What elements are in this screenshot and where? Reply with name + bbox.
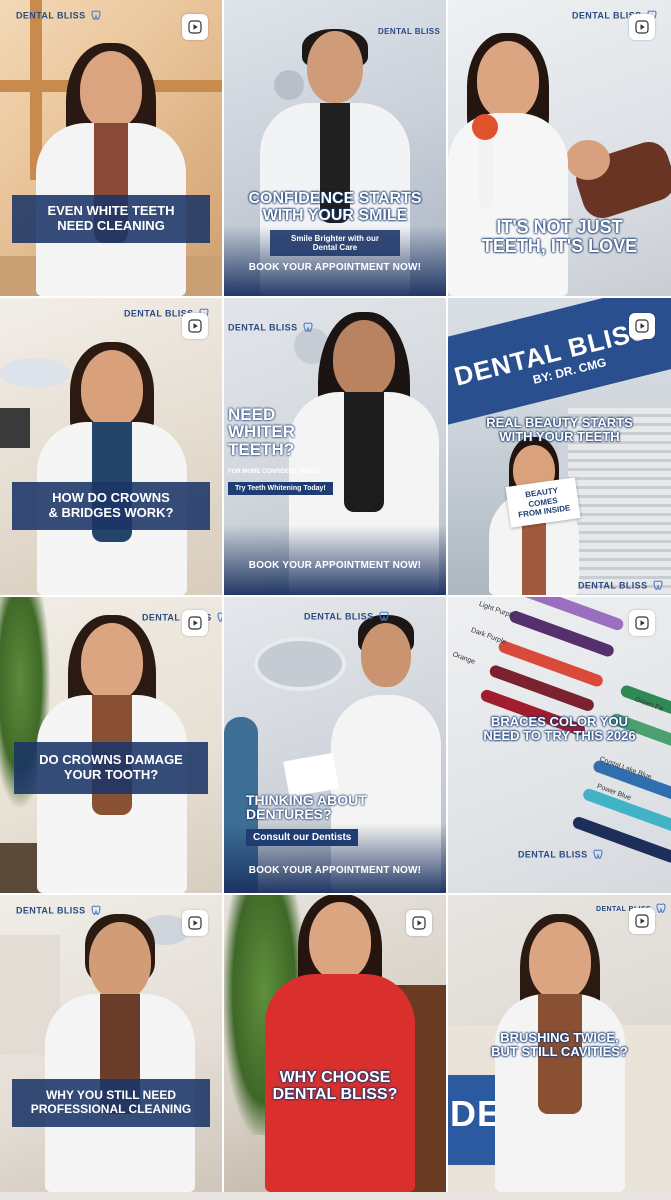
play-icon[interactable] (182, 910, 208, 936)
play-icon[interactable] (629, 14, 655, 40)
brand-name: DENTAL BLISS (378, 27, 441, 37)
tile-subtitle: Smile Brighter with our Dental Care (270, 230, 400, 256)
reels-grid: DENTAL BLISS EVEN WHITE TEETH NEED CLEAN… (0, 0, 671, 1200)
brand-logo: DENTAL BLISS (378, 26, 446, 38)
person-figure (36, 43, 186, 296)
brand-name: DENTAL BLISS (578, 580, 648, 591)
tile-title: HOW DO CROWNS & BRIDGES WORK? (12, 482, 210, 530)
tile-title: WHY CHOOSE DENTAL BLISS? (272, 1069, 398, 1103)
reel-tile-7[interactable]: DENTAL BLISS DO CROWNS DAMAGE YOUR TOOTH… (0, 597, 222, 893)
brand-name: DENTAL BLISS (16, 905, 86, 916)
tile-title: BRUSHING TWICE, BUT STILL CAVITIES? (491, 1030, 628, 1059)
reel-tile-6[interactable]: DENTAL BLISS BY: DR. CMG BEAUTY COMES FR… (448, 298, 671, 595)
cta-text: BOOK YOUR APPOINTMENT NOW! (248, 560, 422, 571)
curing-light (472, 114, 498, 140)
person-figure (45, 914, 195, 1192)
play-icon[interactable] (182, 313, 208, 339)
person-figure (265, 895, 415, 1192)
reel-tile-4[interactable]: DENTAL BLISS HOW DO CROWNS & BRIDGES WOR… (0, 298, 222, 595)
play-icon[interactable] (182, 14, 208, 40)
reel-tile-2[interactable]: DENTAL BLISS CONFIDENCE STARTS WITH YOUR… (224, 0, 446, 296)
reel-tile-1[interactable]: DENTAL BLISS EVEN WHITE TEETH NEED CLEAN… (0, 0, 222, 296)
play-icon[interactable] (406, 910, 432, 936)
person-figure (37, 342, 187, 595)
reel-tile-9[interactable]: Light Purple Dark Purple Orange Crystal … (448, 597, 671, 893)
cta-text: BOOK YOUR APPOINTMENT NOW! (248, 262, 422, 273)
person-figure (448, 33, 568, 296)
reel-tile-8[interactable]: DENTAL BLISS THINKING ABOUT DENTURES? Co… (224, 597, 446, 893)
tile-title: WHY YOU STILL NEED PROFESSIONAL CLEANING (12, 1079, 210, 1127)
tooth-icon (91, 905, 101, 915)
brand-logo: DENTAL BLISS (578, 580, 664, 592)
reel-tile-10[interactable]: DENTAL BLISS WHY YOU STILL NEED PROFESSI… (0, 895, 222, 1192)
brand-name: DENTAL BLISS (304, 611, 374, 622)
tile-kicker: FOR MORE CONFIDENT SMILE! (228, 469, 319, 475)
brand-logo: DENTAL BLISS (518, 849, 604, 861)
brand-logo: DENTAL BLISS (228, 322, 314, 334)
tile-pill: Consult our Dentists (246, 829, 359, 846)
tile-title: EVEN WHITE TEETH NEED CLEANING (12, 195, 210, 243)
brand-name: DENTAL BLISS (228, 322, 298, 333)
reel-tile-5[interactable]: DENTAL BLISS NEED WHITER TEETH? FOR MORE… (224, 298, 446, 595)
reel-tile-12[interactable]: DENTA DENTAL BLISS BRUSHING TWICE, BUT S… (448, 895, 671, 1192)
tile-pill: Try Teeth Whitening Today! (228, 482, 333, 495)
tile-title: THINKING ABOUT DENTURES? (246, 792, 367, 823)
play-icon[interactable] (629, 313, 655, 339)
tile-title: DO CROWNS DAMAGE YOUR TOOTH? (14, 742, 208, 794)
brand-logo: DENTAL BLISS (304, 611, 390, 623)
brand-logo: DENTAL BLISS (16, 905, 102, 917)
tooth-icon (593, 849, 603, 859)
tooth-icon (217, 612, 222, 622)
tooth-icon (91, 10, 101, 20)
reel-tile-3[interactable]: DENTAL BLISS IT'S NOT JUST TEETH, IT'S L… (448, 0, 671, 296)
tile-title: CONFIDENCE STARTS WITH YOUR SMILE (248, 190, 422, 224)
cta-text: BOOK YOUR APPOINTMENT NOW! (248, 865, 422, 876)
tile-title: IT'S NOT JUST TEETH, IT'S LOVE (481, 217, 638, 256)
brand-name: DENTAL BLISS (518, 849, 588, 860)
tile-title: BRACES COLOR YOU NEED TO TRY THIS 2026 (483, 714, 636, 743)
tooth-icon (445, 26, 446, 38)
next-row-peek (0, 1192, 671, 1200)
brand-logo: DENTAL BLISS (16, 10, 102, 22)
brand-name: DENTAL BLISS (16, 10, 86, 21)
reel-tile-11[interactable]: WHY CHOOSE DENTAL BLISS? (224, 895, 446, 1192)
tile-title: REAL BEAUTY STARTS WITH YOUR TEETH (486, 415, 633, 444)
tooth-icon (653, 580, 663, 590)
play-icon[interactable] (629, 908, 655, 934)
play-icon[interactable] (182, 610, 208, 636)
play-icon[interactable] (629, 610, 655, 636)
tooth-icon (303, 322, 313, 332)
tooth-icon (656, 903, 667, 913)
tile-title: NEED WHITER TEETH? (228, 405, 296, 459)
tooth-icon (379, 611, 389, 621)
